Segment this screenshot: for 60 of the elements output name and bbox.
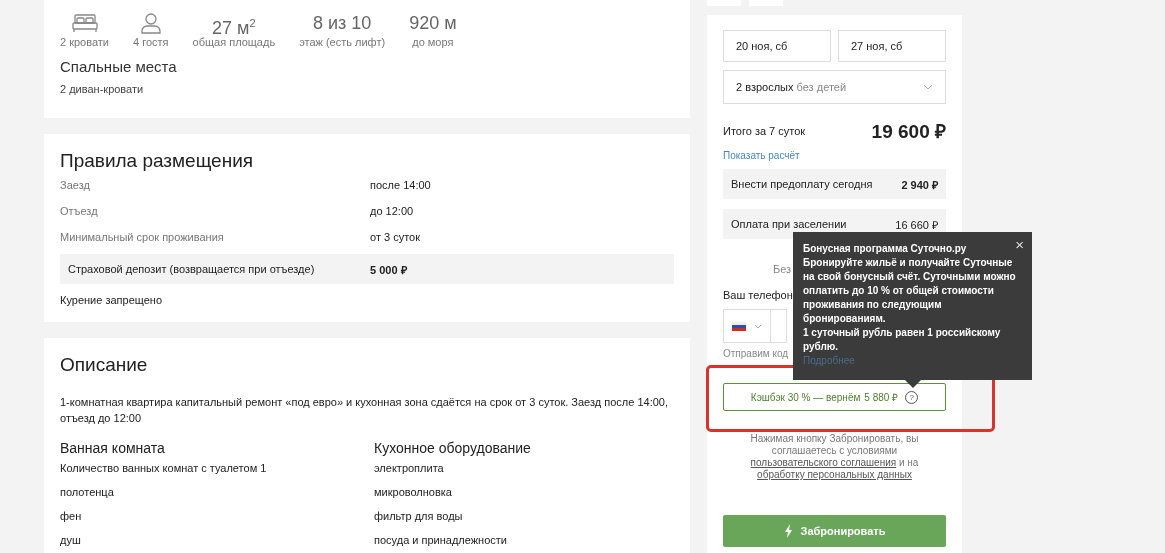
group-title: Кухонное оборудование [374,440,532,456]
user-agreement-link[interactable]: пользовательского соглашения [750,457,897,468]
payment-label: Оплата при заселении [731,218,847,230]
amenity-item: микроволновка [374,486,453,500]
rule-value: от 3 суток [370,231,421,243]
check-in-field[interactable]: 20 ноя, сб [723,30,831,62]
rule-label: Страховой депозит (возвращается при отъезде) [68,263,316,275]
phone-label: Ваш телефон [723,289,793,301]
chevron-down-icon [923,84,933,90]
stat-label: 2 кровати [60,36,109,48]
rule-value: до 12:00 [370,205,415,217]
phone-hint: Отправим код [723,348,789,359]
stat-value: 8 из 10 [312,12,372,34]
guests-select[interactable]: 2 взрослых без детей [723,70,946,104]
payment-amount: 2 940 ₽ [901,177,938,192]
section-subtitle: Спальные места [60,58,178,75]
show-calculation-link[interactable]: Показать расчёт [723,150,946,161]
rule-value: после 14:00 [370,179,432,191]
amenity-item: полотенца [60,486,115,500]
chevron-down-icon [754,323,762,329]
rule-value: 5 000 ₽ [370,262,408,277]
amenity-item: фен [60,510,83,524]
rule-label: Отъезд [60,205,99,217]
rule-label: Минимальный срок проживания [60,231,225,243]
person-icon [140,12,161,34]
payment-label: Внести предоплату сегодня [731,178,873,190]
amenity-item: фильтр для воды [374,510,464,524]
check-out-field[interactable]: 27 ноя, сб [838,30,946,62]
stat-label: до моря [412,36,454,48]
lightning-icon [783,524,793,538]
stat-label: общая площадь [192,36,276,48]
description-text: 1-комнатная квартира капитальный ремонт «под евро» и кухонная зона сдаётся на срок от 3 суток. Заезд после 14:00, отъезд до 12:00 [60,395,669,426]
total-price: 19 600 ₽ [871,120,946,144]
rule-note: Курение запрещено [60,294,163,306]
amenity-item: посуда и принадлежности [374,534,508,548]
stat-label: 4 гостя [133,36,169,48]
tooltip-text: Бронируйте жильё и получайте Суточные на свой бонусный счёт. Суточными можно оплатить до 10 % от общей стоимости проживания по следующим бронированиям. [803,256,1017,326]
close-button[interactable]: × [1015,236,1024,253]
amenity-item: душ [60,534,82,548]
terms-text: Нажимая кнопку Забронировать, вы соглашаетесь с условиями пользовательского соглашения и на обработку персональных данных [749,433,920,481]
flag-icon [732,321,746,331]
phone-field[interactable] [723,309,787,343]
amenity-item: Количество ванных комнат с туалетом 1 [60,462,268,476]
tooltip-text: 1 суточный рубль равен 1 российскому рублю. [803,326,1002,354]
rule-label: Заезд [60,179,91,191]
amenity-item: электроплита [374,462,445,476]
fee-note: Без [773,263,792,275]
payment-amount: 16 660 ₽ [895,217,938,232]
personal-data-link[interactable]: обработку персональных данных [757,469,912,480]
section-title: Описание [60,354,149,376]
tooltip-title: Бонусная программа Суточно.ру [803,242,968,256]
bed-icon [71,13,98,33]
beds-text: 2 диван-кровати [60,83,145,95]
total-label: Итого за 7 суток [723,125,806,137]
stat-value: 920 м [409,12,457,34]
group-title: Ванная комната [60,440,166,456]
cashback-banner[interactable]: Кэшбэк 30 % — вернём 5 880 ₽ ? [723,383,946,411]
section-title: Правила размещения [60,150,255,172]
stat-value: 27 м$^{2}$ [212,16,256,34]
stat-label: этаж (есть лифт) [299,36,386,48]
